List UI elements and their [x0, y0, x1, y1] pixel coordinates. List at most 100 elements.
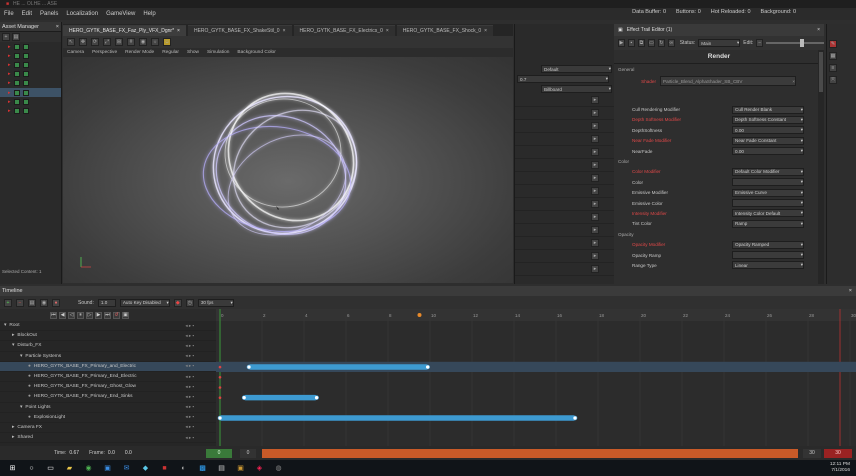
expand-icon[interactable]: ▸ [591, 187, 599, 195]
close-icon[interactable]: × [817, 27, 824, 33]
frame-step-icon[interactable]: ▣ [122, 311, 129, 319]
close-icon[interactable]: × [56, 24, 61, 30]
timeline-track-area[interactable]: 0 2 4 6 8 10 12 14 16 18 20 22 24 26 28 30 [216, 309, 856, 446]
track-controls[interactable]: ◂ ▸ ▪ [185, 333, 194, 339]
enable-checkbox[interactable] [22, 61, 29, 68]
expand-icon[interactable]: ▸ [591, 200, 599, 208]
property-value[interactable]: Default Color Modifier ▾ [732, 167, 804, 176]
go-end-icon[interactable]: ⏭ [104, 311, 111, 319]
regular-mode[interactable]: Regular [162, 50, 179, 55]
expand-icon[interactable]: ▸ [8, 90, 11, 96]
expand-icon[interactable]: ▸ [8, 108, 11, 114]
expand-icon[interactable]: ▸ [8, 80, 11, 86]
refresh-icon[interactable]: ↻ [657, 39, 665, 47]
track-controls[interactable]: ◂ ▸ ▪ [185, 353, 194, 359]
timeline-track-row[interactable]: ▾ Point Lights ◂ ▸ ▪ [0, 403, 216, 413]
show-mode[interactable]: Show [187, 50, 199, 55]
property-value[interactable]: Cull Render Blank ▾ [732, 105, 804, 114]
enable-checkbox[interactable] [22, 80, 29, 87]
property-value[interactable]: Depth Softness Constant ▾ [732, 115, 804, 124]
menu-file[interactable]: File [4, 11, 14, 17]
property-value[interactable]: Emissive Curve ▾ [732, 188, 804, 197]
loop-icon[interactable]: ↺ [113, 311, 120, 319]
autokey-dropdown[interactable]: Auto Key Disabled ▾ [119, 298, 170, 307]
scale-tool-icon[interactable]: ⤢ [103, 38, 111, 46]
property-value[interactable]: Linear ▾ [732, 261, 804, 270]
brush-icon[interactable]: ✎ [829, 40, 837, 48]
edit-slider[interactable] [766, 39, 825, 47]
mail-icon[interactable]: ✉ [122, 464, 131, 473]
expand-icon[interactable]: ▸ [591, 148, 599, 156]
asset-tree-row[interactable]: ▸ [0, 42, 61, 51]
grid-icon[interactable]: # [127, 38, 135, 46]
property-value[interactable]: Opacity Ramped ▾ [732, 240, 804, 249]
track-controls[interactable]: ◂ ▸ ▪ [185, 404, 194, 410]
property-value[interactable]: Ramp ▾ [732, 219, 804, 228]
track-controls[interactable]: ◂ ▸ ▪ [185, 394, 194, 400]
expand-icon[interactable]: ▸ [591, 265, 599, 273]
track-controls[interactable]: ◂ ▸ ▪ [185, 414, 194, 420]
play-back-icon[interactable]: ◁ [68, 311, 75, 319]
move-tool-icon[interactable]: ✥ [79, 38, 87, 46]
render-mode[interactable]: Render Mode [125, 50, 154, 55]
property-value[interactable]: Near Fade Constant ▾ [732, 136, 804, 145]
layers-icon[interactable]: ≡ [829, 64, 837, 72]
track-controls[interactable]: ◂ ▸ ▪ [185, 363, 194, 369]
expand-icon[interactable]: ▸ [591, 109, 599, 117]
billboard-dropdown[interactable]: Billboard ▾ [541, 85, 612, 93]
asset-tree-row[interactable]: ▸ [0, 97, 61, 106]
timeline-track-row[interactable]: ▸ BlockOut ◂ ▸ ▪ [0, 331, 216, 342]
expand-icon[interactable]: ▾ [4, 323, 6, 328]
record-icon[interactable]: ● [52, 298, 60, 307]
menu-edit[interactable]: Edit [22, 11, 32, 17]
expand-icon[interactable]: ▸ [591, 174, 599, 182]
track-controls[interactable]: ◂ ▸ ▪ [185, 343, 194, 349]
expand-icon[interactable]: ▾ [20, 405, 22, 410]
folder-icon[interactable]: ▤ [28, 298, 36, 307]
link-icon[interactable]: ∞ [667, 39, 675, 47]
range-end-field[interactable]: 30 [803, 448, 821, 458]
enable-checkbox[interactable] [22, 98, 29, 105]
light-icon[interactable]: ☼ [151, 38, 159, 46]
visibility-checkbox[interactable] [13, 43, 20, 50]
tool-app-icon[interactable]: ◐ [179, 464, 188, 473]
document-tab[interactable]: HERO_GYTK_BASE_FX_Electrics_0 × [293, 25, 395, 36]
sound-field[interactable]: 1.0 [97, 298, 116, 307]
play-icon[interactable]: ▷ [86, 311, 93, 319]
3d-viewport[interactable] [63, 57, 513, 283]
prev-frame-icon[interactable]: ◀ [59, 311, 66, 319]
visibility-checkbox[interactable] [13, 89, 20, 96]
status-dropdown[interactable]: Main ▾ [698, 39, 741, 47]
expand-icon[interactable]: ▸ [12, 333, 14, 338]
property-value[interactable]: ▾ [732, 199, 804, 208]
timeline-track-row[interactable]: ▸ Camera FX ◂ ▸ ▪ [0, 423, 216, 434]
track-controls[interactable]: ◂ ▸ ▪ [185, 435, 194, 441]
range-current-field[interactable]: 0 [240, 448, 256, 458]
close-icon[interactable]: × [177, 28, 180, 34]
save-icon[interactable]: ▪ [627, 39, 635, 47]
close-icon[interactable]: × [386, 28, 389, 34]
timeline-track-row[interactable]: ▾ Root ◂ ▸ ▪ [0, 321, 216, 332]
menu-help[interactable]: Help [143, 11, 155, 17]
background-color-mode[interactable]: Background Color [237, 50, 275, 55]
close-icon[interactable]: × [283, 28, 286, 34]
expand-icon[interactable]: ▸ [591, 161, 599, 169]
expand-icon[interactable]: ▸ [8, 53, 11, 59]
select-tool-icon[interactable]: ↖ [67, 38, 75, 46]
menu-localization[interactable]: Localization [66, 11, 98, 17]
timeline-track-row[interactable]: ▸ Shared ◂ ▸ ▪ [0, 433, 216, 444]
add-icon[interactable]: + [2, 33, 10, 41]
enable-checkbox[interactable] [22, 71, 29, 78]
document-tab[interactable]: HERO_GYTK_BASE_FX_ShakeStil_0 × [187, 25, 292, 36]
document-tab[interactable]: HERO_GYTK_BASE_FX_Faz_Ply_VFX_Dgnr* × [63, 25, 186, 36]
visibility-icon[interactable]: ● [28, 384, 31, 389]
visibility-icon[interactable]: ● [28, 364, 31, 369]
keyframe-icon[interactable]: ◆ [173, 298, 182, 307]
rotate-tool-icon[interactable]: ⟳ [91, 38, 99, 46]
value-field[interactable]: 0.7 ▾ [517, 75, 609, 83]
menu-gameview[interactable]: GameView [106, 11, 135, 17]
expand-icon[interactable]: ▸ [591, 226, 599, 234]
pause-icon[interactable]: ⏸ [77, 311, 84, 319]
fps-dropdown[interactable]: 30 fps ▾ [197, 298, 234, 307]
expand-icon[interactable]: ▸ [8, 71, 11, 77]
